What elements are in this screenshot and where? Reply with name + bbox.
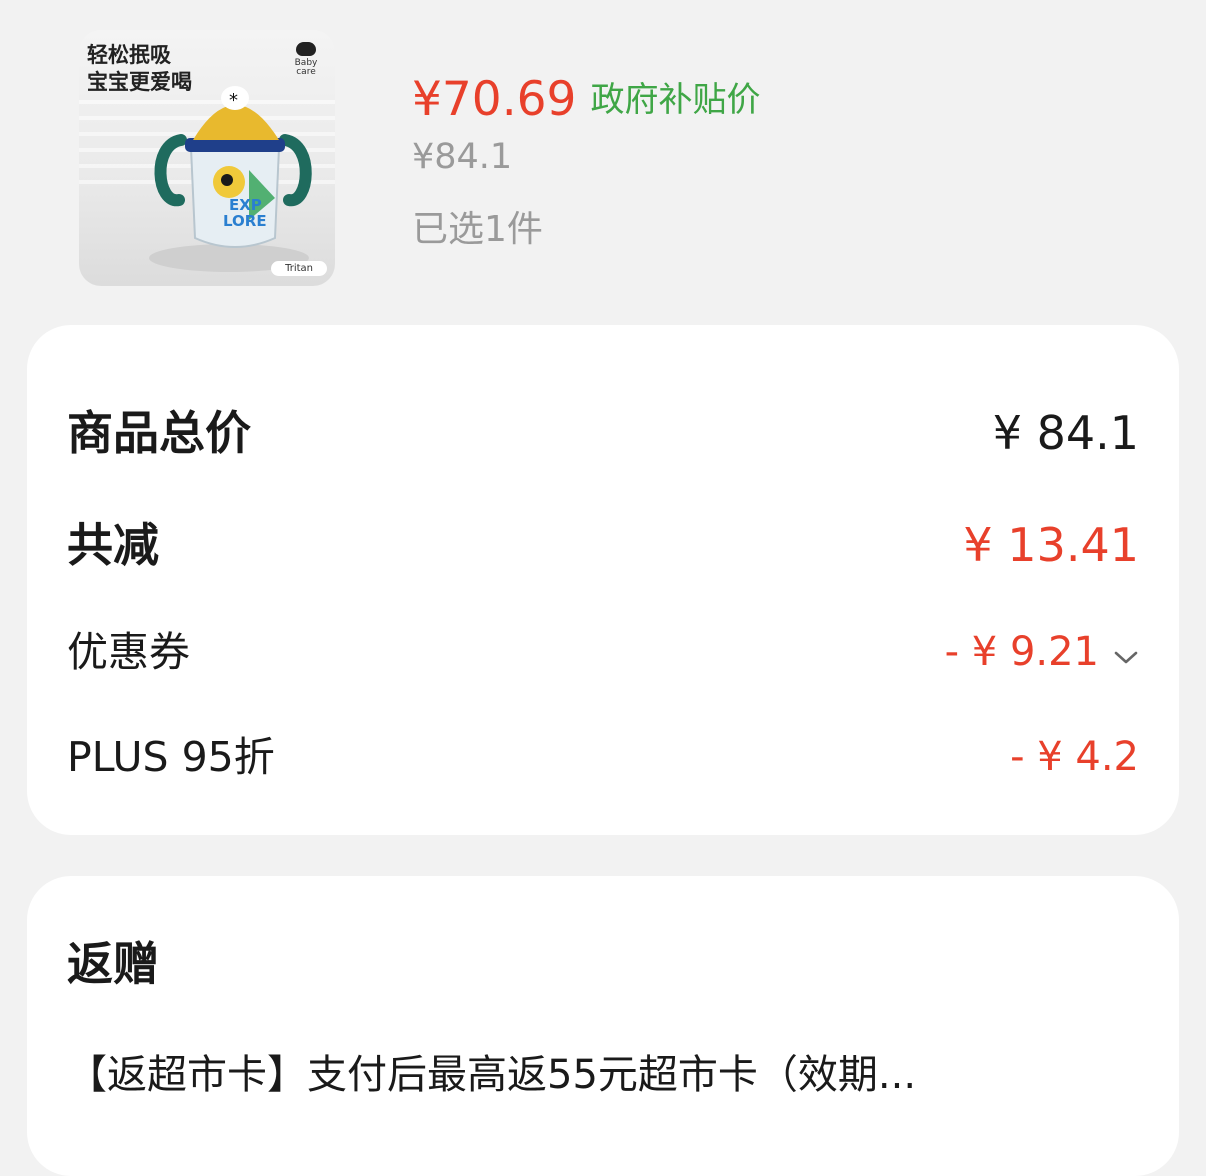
discount-total-row: 共减 ¥ 13.41 bbox=[67, 515, 1139, 575]
brand-logo: Baby care bbox=[289, 42, 323, 77]
gift-title: 返赠 bbox=[67, 937, 159, 991]
discount-total-label: 共减 bbox=[67, 518, 159, 572]
coupon-row[interactable]: 优惠券 - ¥ 9.21 bbox=[67, 622, 1139, 682]
subsidy-price-tag: 政府补贴价 bbox=[590, 80, 761, 120]
gift-description[interactable]: 【返超市卡】支付后最高返55元超市卡（效期... bbox=[67, 1042, 916, 1100]
sale-price-line: ¥70.69 政府补贴价 bbox=[412, 72, 760, 127]
price-summary-card: 商品总价 ¥ 84.1 共减 ¥ 13.41 优惠券 - ¥ 9.21 PLUS… bbox=[27, 325, 1179, 835]
chevron-down-icon[interactable] bbox=[1113, 650, 1139, 666]
material-badge: Tritan bbox=[271, 261, 327, 276]
gift-card: 返赠 【返超市卡】支付后最高返55元超市卡（效期... bbox=[27, 876, 1179, 1176]
image-caption: 轻松抿吸 宝宝更爱喝 bbox=[87, 43, 192, 94]
total-price-row: 商品总价 ¥ 84.1 bbox=[67, 403, 1139, 463]
coupon-value-group[interactable]: - ¥ 9.21 bbox=[945, 622, 1139, 690]
svg-text:LORE: LORE bbox=[223, 212, 267, 230]
plus-discount-row: PLUS 95折 - ¥ 4.2 bbox=[67, 727, 1139, 787]
product-image[interactable]: * EXP LORE 轻松抿吸 宝宝更爱喝 Baby care Tritan bbox=[79, 30, 335, 286]
plus-discount-label: PLUS 95折 bbox=[67, 733, 275, 781]
coupon-label: 优惠券 bbox=[67, 628, 190, 676]
coupon-value: - ¥ 9.21 bbox=[944, 629, 1099, 675]
sale-price: ¥70.69 bbox=[412, 72, 577, 127]
original-price: ¥84.1 bbox=[412, 137, 513, 177]
svg-text:*: * bbox=[229, 90, 238, 111]
plus-discount-value: - ¥ 4.2 bbox=[1010, 734, 1139, 780]
selected-count: 已选1件 bbox=[412, 209, 543, 250]
total-price-label: 商品总价 bbox=[67, 406, 251, 460]
discount-total-value: ¥ 13.41 bbox=[963, 518, 1139, 572]
total-price-value: ¥ 84.1 bbox=[992, 406, 1139, 460]
